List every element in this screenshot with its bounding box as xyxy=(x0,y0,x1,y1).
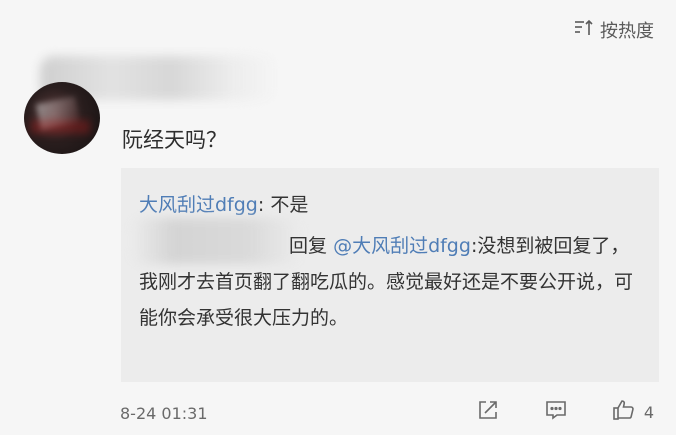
sort-by-hot-button[interactable]: 按热度 xyxy=(574,17,654,43)
thumbs-up-icon xyxy=(612,398,636,426)
reply-item: 回复 @大风刮过dfgg:没想到被回复了，我刚才去首页翻了翻吃瓜的。感觉最好还是… xyxy=(139,228,639,336)
sort-icon xyxy=(574,19,600,42)
share-icon xyxy=(476,398,500,426)
reply-item: 大风刮过dfgg: 不是 xyxy=(139,190,308,217)
avatar[interactable] xyxy=(24,82,100,154)
reply-box: 大风刮过dfgg: 不是 回复 @大风刮过dfgg:没想到被回复了，我刚才去首页… xyxy=(121,168,659,382)
reply-separator: : xyxy=(257,194,271,216)
share-button[interactable] xyxy=(476,398,500,426)
like-count: 4 xyxy=(643,402,654,422)
comment-icon xyxy=(544,398,568,426)
comment-time: 8-24 01:31 xyxy=(120,404,208,423)
reply-username[interactable]: 大风刮过dfgg xyxy=(139,194,258,216)
reply-mention[interactable]: @大风刮过dfgg xyxy=(333,235,471,257)
like-button[interactable]: 4 xyxy=(612,398,654,426)
comment-actions: 4 xyxy=(432,398,654,426)
sort-label: 按热度 xyxy=(600,21,654,42)
reply-text: 不是 xyxy=(270,194,309,216)
reply-button[interactable] xyxy=(544,398,568,426)
reply-word: 回复 xyxy=(289,235,328,257)
comment-text: 阮经天吗？ xyxy=(122,128,227,152)
